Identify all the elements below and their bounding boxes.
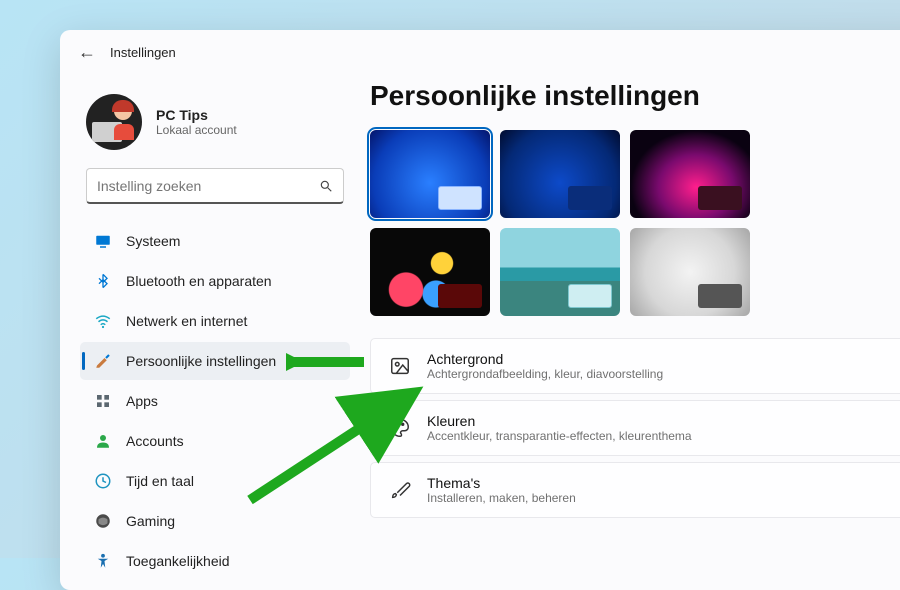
user-sub: Lokaal account [156, 123, 237, 137]
sidebar-item-label: Accounts [126, 433, 184, 449]
setting-desc: Installeren, maken, beheren [427, 491, 576, 505]
sidebar-item-network[interactable]: Netwerk en internet [80, 302, 350, 340]
sidebar-item-label: Toegankelijkheid [126, 553, 230, 569]
bluetooth-icon [94, 272, 112, 290]
theme-preview-3[interactable] [630, 130, 750, 218]
sidebar-item-gaming[interactable]: Gaming [80, 502, 350, 540]
setting-themes[interactable]: Thema's Installeren, maken, beheren [370, 462, 900, 518]
sidebar-item-label: Netwerk en internet [126, 313, 247, 329]
sidebar-item-accounts[interactable]: Accounts [80, 422, 350, 460]
sidebar-item-bluetooth[interactable]: Bluetooth en apparaten [80, 262, 350, 300]
settings-window: ← Instellingen PC Tips Lokaal account [60, 30, 900, 590]
brush-icon [389, 479, 411, 501]
system-icon [94, 232, 112, 250]
sidebar-item-accessibility[interactable]: Toegankelijkheid [80, 542, 350, 580]
theme-preview-6[interactable] [630, 228, 750, 316]
theme-preview-5[interactable] [500, 228, 620, 316]
theme-preview-1[interactable] [370, 130, 490, 218]
gaming-icon [94, 512, 112, 530]
sidebar-item-label: Apps [126, 393, 158, 409]
sidebar-item-label: Gaming [126, 513, 175, 529]
avatar [86, 94, 142, 150]
sidebar-item-label: Bluetooth en apparaten [126, 273, 272, 289]
sidebar-item-system[interactable]: Systeem [80, 222, 350, 260]
setting-desc: Achtergrondafbeelding, kleur, diavoorste… [427, 367, 663, 381]
profile[interactable]: PC Tips Lokaal account [80, 94, 350, 150]
setting-colors[interactable]: Kleuren Accentkleur, transparantie-effec… [370, 400, 900, 456]
search-input[interactable] [97, 178, 319, 194]
paintbrush-icon [94, 352, 112, 370]
user-name: PC Tips [156, 107, 237, 123]
page-title: Persoonlijke instellingen [370, 80, 900, 112]
sidebar: PC Tips Lokaal account Systeem Bluetooth… [60, 74, 360, 590]
sidebar-item-personalization[interactable]: Persoonlijke instellingen [80, 342, 350, 380]
theme-preview-4[interactable] [370, 228, 490, 316]
settings-list: Achtergrond Achtergrondafbeelding, kleur… [370, 338, 900, 518]
setting-title: Kleuren [427, 413, 692, 429]
sidebar-item-label: Persoonlijke instellingen [126, 353, 276, 369]
nav: Systeem Bluetooth en apparaten Netwerk e… [80, 222, 350, 580]
titlebar: ← Instellingen [60, 30, 900, 74]
setting-title: Thema's [427, 475, 576, 491]
network-icon [94, 312, 112, 330]
titlebar-title: Instellingen [110, 45, 176, 60]
search-icon [319, 179, 333, 193]
sidebar-item-time[interactable]: Tijd en taal [80, 462, 350, 500]
time-icon [94, 472, 112, 490]
setting-desc: Accentkleur, transparantie-effecten, kle… [427, 429, 692, 443]
theme-preview-2[interactable] [500, 130, 620, 218]
palette-icon [389, 417, 411, 439]
theme-grid [370, 130, 900, 316]
sidebar-item-label: Systeem [126, 233, 180, 249]
back-button[interactable]: ← [78, 42, 96, 63]
apps-icon [94, 392, 112, 410]
setting-title: Achtergrond [427, 351, 663, 367]
search-box[interactable] [86, 168, 344, 204]
accessibility-icon [94, 552, 112, 570]
sidebar-item-apps[interactable]: Apps [80, 382, 350, 420]
image-icon [389, 355, 411, 377]
main: Persoonlijke instellingen Achtergrond Ac… [360, 74, 900, 590]
sidebar-item-label: Tijd en taal [126, 473, 194, 489]
accounts-icon [94, 432, 112, 450]
setting-background[interactable]: Achtergrond Achtergrondafbeelding, kleur… [370, 338, 900, 394]
